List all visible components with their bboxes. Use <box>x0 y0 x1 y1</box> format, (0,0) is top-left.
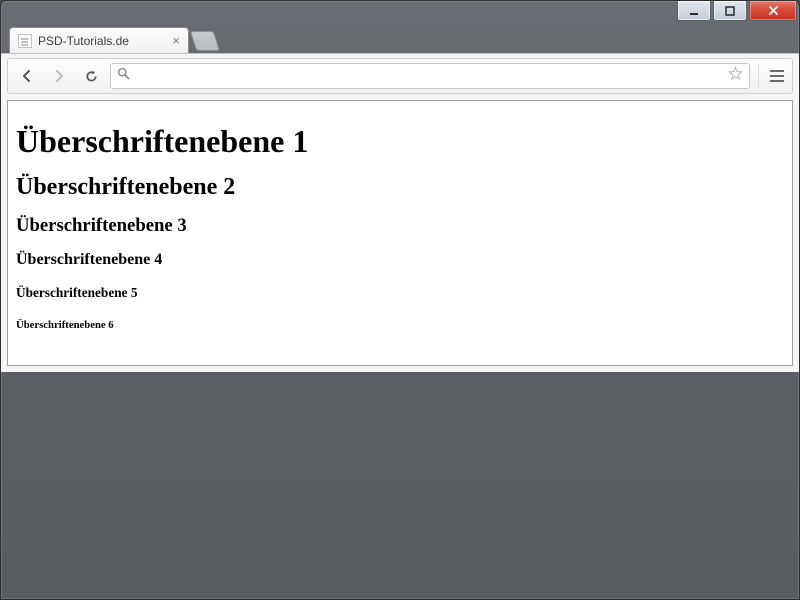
back-button[interactable] <box>14 64 40 88</box>
hamburger-icon <box>770 70 784 72</box>
reload-button[interactable] <box>78 64 104 88</box>
arrow-left-icon <box>19 68 35 84</box>
browser-tab[interactable]: PSD-Tutorials.de × <box>9 27 189 53</box>
toolbar <box>7 58 793 94</box>
new-tab-button[interactable] <box>190 31 220 51</box>
heading-level-5: Überschriftenebene 5 <box>16 285 784 301</box>
tab-strip: PSD-Tutorials.de × <box>1 27 799 53</box>
window-titlebar[interactable] <box>1 1 799 29</box>
minimize-button[interactable] <box>677 1 711 21</box>
tab-title: PSD-Tutorials.de <box>38 34 129 48</box>
menu-button[interactable] <box>758 64 786 88</box>
heading-level-4: Überschriftenebene 4 <box>16 251 784 269</box>
browser-window: PSD-Tutorials.de × <box>0 0 800 600</box>
minimize-icon <box>689 6 699 16</box>
close-icon <box>768 5 779 16</box>
heading-level-6: Überschriftenebene 6 <box>16 319 784 331</box>
tab-close-icon[interactable]: × <box>172 34 180 47</box>
toolbar-area: Überschriftenebene 1 Überschriftenebene … <box>1 53 799 372</box>
viewport[interactable]: Überschriftenebene 1 Überschriftenebene … <box>7 100 793 366</box>
search-icon <box>117 67 130 85</box>
maximize-icon <box>725 6 735 16</box>
bookmark-star-icon[interactable] <box>728 66 743 86</box>
reload-icon <box>84 69 99 84</box>
close-button[interactable] <box>749 1 797 21</box>
address-input[interactable] <box>136 69 718 84</box>
window-controls <box>677 1 797 21</box>
page-favicon-icon <box>18 34 32 48</box>
heading-level-2: Überschriftenebene 2 <box>16 174 784 201</box>
page-body: Überschriftenebene 1 Überschriftenebene … <box>8 101 792 365</box>
heading-level-3: Überschriftenebene 3 <box>16 215 784 237</box>
forward-button[interactable] <box>46 64 72 88</box>
address-bar[interactable] <box>110 63 750 89</box>
arrow-right-icon <box>51 68 67 84</box>
maximize-button[interactable] <box>713 1 747 21</box>
heading-level-1: Überschriftenebene 1 <box>16 123 784 160</box>
